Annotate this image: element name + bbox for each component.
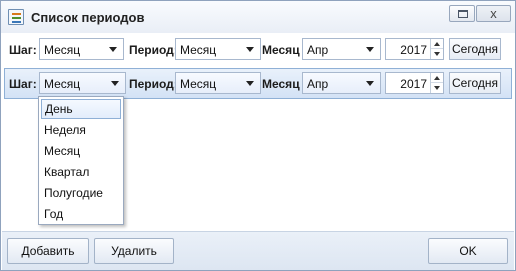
period-row-selected[interactable]: Шаг: Месяц Период: Месяц Месяц Апр 2017 … xyxy=(4,68,512,99)
dropdown-item-quarter[interactable]: Квартал xyxy=(41,162,121,182)
chevron-down-icon xyxy=(366,81,374,86)
add-button[interactable]: Добавить xyxy=(7,238,89,264)
delete-button[interactable]: Удалить xyxy=(94,238,174,264)
step-label: Шаг: xyxy=(9,43,37,57)
app-list-icon xyxy=(8,9,24,25)
step-value: Месяц xyxy=(44,43,81,57)
period-select[interactable]: Месяц xyxy=(175,38,261,60)
year-spinner[interactable]: 2017 xyxy=(385,72,444,94)
restore-button[interactable] xyxy=(449,5,475,22)
chevron-down-icon xyxy=(246,81,254,86)
close-icon: x xyxy=(490,6,497,21)
period-row[interactable]: Шаг: Месяц Период: Месяц Месяц Апр 2017 … xyxy=(4,34,512,65)
dropdown-item-halfyear[interactable]: Полугодие xyxy=(41,183,121,203)
dropdown-item-year[interactable]: Год xyxy=(41,204,121,224)
year-value: 2017 xyxy=(400,77,427,91)
chevron-down-icon xyxy=(246,47,254,52)
spin-up-icon[interactable] xyxy=(431,73,443,83)
restore-icon xyxy=(458,10,468,18)
period-value: Месяц xyxy=(180,77,217,91)
month-value: Апр xyxy=(307,43,329,57)
step-select[interactable]: Месяц xyxy=(39,38,124,60)
period-list-window: Список периодов x Шаг: Месяц Период: Мес… xyxy=(0,0,516,271)
today-button[interactable]: Сегодня xyxy=(449,72,501,94)
dialog-footer: Добавить Удалить OK xyxy=(2,231,514,270)
spin-down-icon[interactable] xyxy=(431,49,443,59)
spin-down-icon[interactable] xyxy=(431,83,443,93)
dropdown-item-day[interactable]: День xyxy=(41,99,121,119)
chevron-down-icon xyxy=(366,47,374,52)
month-label: Месяц xyxy=(262,77,300,91)
month-value: Апр xyxy=(307,77,329,91)
step-dropdown-list[interactable]: День Неделя Месяц Квартал Полугодие Год xyxy=(38,96,124,225)
title-bar[interactable]: Список периодов x xyxy=(1,1,515,33)
ok-button[interactable]: OK xyxy=(428,238,508,264)
window-title: Список периодов xyxy=(31,10,145,25)
dropdown-item-week[interactable]: Неделя xyxy=(41,120,121,140)
period-label: Период: xyxy=(129,77,178,91)
period-label: Период: xyxy=(129,43,178,57)
step-select[interactable]: Месяц xyxy=(39,72,126,94)
chevron-down-icon xyxy=(109,47,117,52)
chevron-down-icon xyxy=(111,81,119,86)
year-value: 2017 xyxy=(400,43,427,57)
year-spinner[interactable]: 2017 xyxy=(385,38,444,60)
month-select[interactable]: Апр xyxy=(302,72,381,94)
dropdown-item-month[interactable]: Месяц xyxy=(41,141,121,161)
step-label: Шаг: xyxy=(9,77,37,91)
month-label: Месяц xyxy=(262,43,300,57)
spinner-buttons xyxy=(430,39,443,59)
spin-up-icon[interactable] xyxy=(431,39,443,49)
month-select[interactable]: Апр xyxy=(302,38,381,60)
today-button[interactable]: Сегодня xyxy=(449,38,501,60)
close-button[interactable]: x xyxy=(476,5,511,22)
period-value: Месяц xyxy=(180,43,217,57)
spinner-buttons xyxy=(430,73,443,93)
period-select[interactable]: Месяц xyxy=(175,72,261,94)
step-value: Месяц xyxy=(44,77,81,91)
